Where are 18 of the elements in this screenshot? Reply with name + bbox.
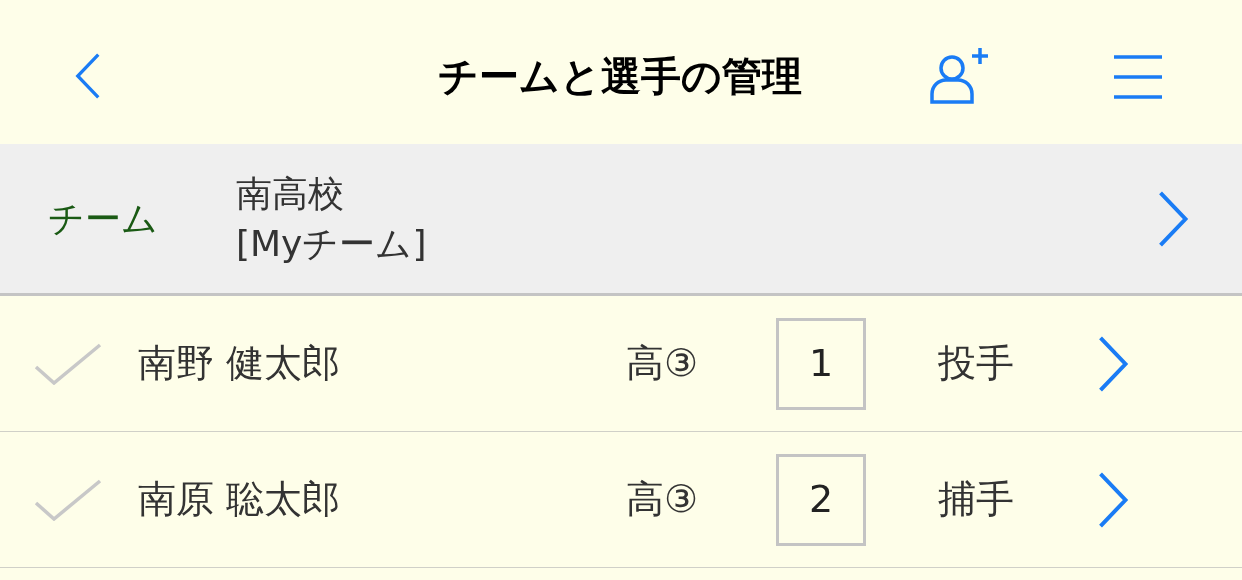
check-icon[interactable] [34, 478, 102, 521]
team-name: 南高校 [236, 171, 344, 216]
player-row[interactable]: 南野 健太郎 高③ 1 投手 [0, 296, 1242, 432]
player-name: 南原 聡太郎 [138, 476, 342, 523]
team-row[interactable]: チーム 南高校 [Myチーム] [0, 144, 1242, 296]
uniform-number: 2 [776, 453, 866, 546]
player-row[interactable]: 南原 聡太郎 高③ 2 捕手 [0, 432, 1242, 568]
player-grade: 高③ [626, 476, 700, 523]
player-position: 捕手 [938, 476, 1015, 523]
player-name: 南野 健太郎 [138, 340, 342, 387]
menu-icon[interactable] [1114, 54, 1162, 100]
player-grade: 高③ [626, 340, 700, 387]
player-position: 投手 [938, 340, 1015, 387]
team-label: チーム [48, 196, 159, 241]
uniform-number: 1 [776, 317, 866, 410]
page-title: チームと選手の管理 [437, 52, 803, 101]
check-icon[interactable] [34, 342, 102, 385]
team-tag: [Myチーム] [236, 218, 427, 269]
